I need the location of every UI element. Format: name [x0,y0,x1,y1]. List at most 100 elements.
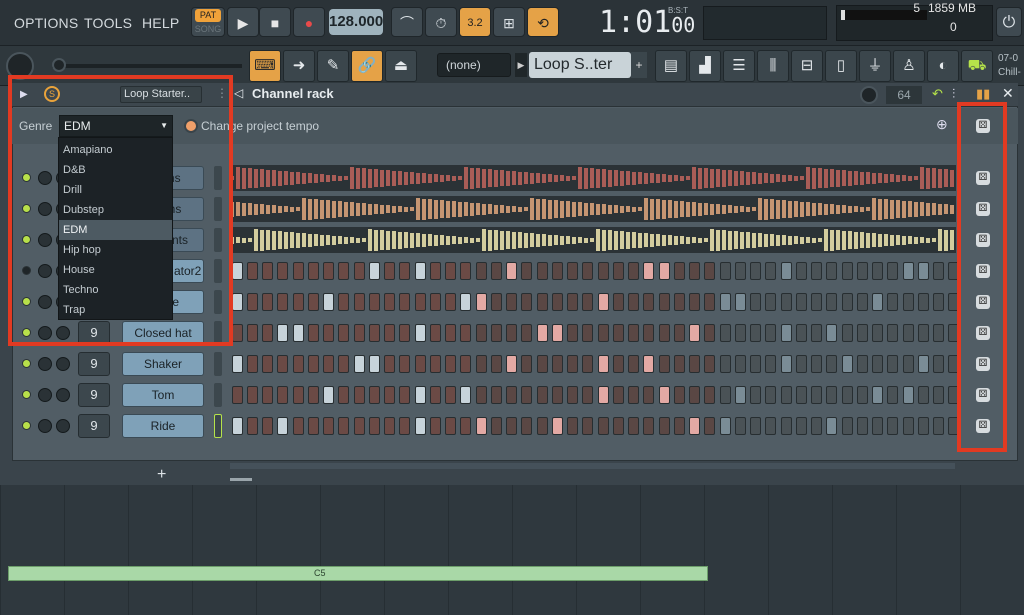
step-button[interactable] [628,417,640,435]
countdown-button[interactable]: 3.2 [459,7,491,37]
step-button[interactable] [735,417,747,435]
step-button[interactable] [765,262,777,280]
step-button[interactable] [323,417,335,435]
step-button[interactable] [704,262,716,280]
channel-select[interactable] [214,197,222,221]
channel-volume-knob[interactable] [38,202,52,216]
step-button[interactable] [765,355,777,373]
step-button[interactable] [689,324,701,342]
menu-options[interactable]: OPTIONS [14,0,78,46]
step-button[interactable] [460,262,472,280]
step-button[interactable] [811,355,823,373]
step-button[interactable] [903,417,914,435]
step-button[interactable] [811,324,823,342]
step-button[interactable] [903,355,914,373]
randomize-dice-icon[interactable]: ⚄ [976,388,990,402]
link-button[interactable]: 🔗 [351,50,383,82]
channel-mute-led[interactable] [22,328,31,337]
step-button[interactable] [872,417,884,435]
step-button[interactable] [262,324,274,342]
step-button[interactable] [232,417,243,435]
step-button[interactable] [323,324,335,342]
step-button[interactable] [415,262,426,280]
channel-select[interactable] [214,352,222,376]
step-button[interactable] [704,355,716,373]
genre-option[interactable]: Hip hop [59,240,172,260]
step-button[interactable] [552,417,564,435]
step-edit-button[interactable]: ⊞ [493,7,525,37]
change-tempo-checkbox[interactable] [184,119,198,133]
step-button[interactable] [674,417,686,435]
step-button[interactable] [872,324,884,342]
genre-option[interactable]: D&B [59,160,172,180]
steps-count[interactable]: 64 [886,86,922,104]
step-button[interactable] [582,386,594,404]
step-button[interactable] [338,324,350,342]
step-button[interactable] [567,355,579,373]
step-button[interactable] [826,262,838,280]
step-button[interactable] [903,293,914,311]
step-button[interactable] [384,417,396,435]
step-button[interactable] [765,386,777,404]
channel-pan-knob[interactable] [56,357,70,371]
step-button[interactable] [781,355,792,373]
step-button[interactable] [232,293,243,311]
step-button[interactable] [872,262,884,280]
channel-volume-knob[interactable] [38,295,52,309]
step-button[interactable] [857,355,869,373]
step-button[interactable] [308,293,320,311]
step-button[interactable] [308,386,320,404]
channel-volume-knob[interactable] [38,419,52,433]
step-button[interactable] [948,386,960,404]
step-button[interactable] [598,386,609,404]
channel-mixer-track[interactable]: 9 [78,414,110,438]
step-button[interactable] [537,355,548,373]
step-button[interactable] [308,262,320,280]
step-button[interactable] [354,417,365,435]
tutorial-button[interactable]: ♙ [893,50,925,82]
step-button[interactable] [720,262,731,280]
step-button[interactable] [537,262,548,280]
channel-volume-knob[interactable] [38,171,52,185]
step-button[interactable] [277,386,289,404]
fit-icon[interactable]: ⊕ [936,116,948,133]
audio-clip-waveform[interactable] [230,165,956,191]
randomize-dice-icon[interactable]: ⚄ [976,264,990,278]
step-button[interactable] [384,386,396,404]
tempo-display[interactable]: 128.000 [329,9,383,35]
step-button[interactable] [537,293,548,311]
step-button[interactable] [399,355,411,373]
step-button[interactable] [262,417,274,435]
genre-option[interactable]: Trap [59,300,172,320]
step-button[interactable] [369,293,381,311]
step-button[interactable] [842,386,853,404]
step-button[interactable] [476,262,487,280]
step-button[interactable] [811,262,823,280]
step-button[interactable] [750,417,762,435]
step-button[interactable] [293,386,304,404]
step-button[interactable] [842,355,853,373]
genre-option[interactable]: Techno [59,280,172,300]
step-button[interactable] [323,293,335,311]
step-button[interactable] [948,355,960,373]
help-button[interactable]: ◐ [927,50,959,82]
step-button[interactable] [537,417,548,435]
menu-dots-icon[interactable]: ⋮ [216,86,228,100]
step-button[interactable] [948,324,960,342]
step-button[interactable] [460,293,472,311]
step-button[interactable] [247,293,259,311]
step-button[interactable] [537,324,548,342]
step-button[interactable] [521,262,533,280]
step-button[interactable] [445,262,457,280]
step-button[interactable] [537,386,548,404]
step-button[interactable] [918,386,930,404]
step-button[interactable] [582,355,594,373]
step-button[interactable] [399,417,411,435]
step-button[interactable] [781,262,792,280]
step-button[interactable] [323,386,335,404]
step-button[interactable] [491,417,503,435]
project-button[interactable]: ▯ [825,50,857,82]
pattern-name[interactable]: Loop S..ter #1 [529,52,631,99]
menu-help[interactable]: HELP [142,0,179,46]
step-button[interactable] [948,262,960,280]
